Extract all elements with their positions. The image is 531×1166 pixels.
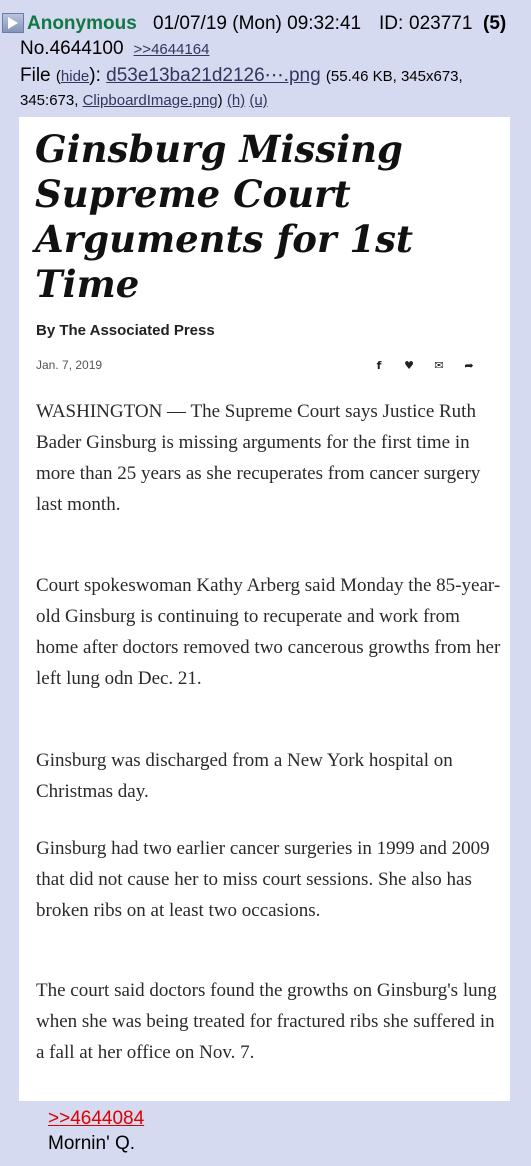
- email-icon: ✉: [434, 359, 444, 372]
- poster-id-label: ID:: [379, 13, 404, 34]
- backlink[interactable]: >>4644164: [134, 41, 210, 58]
- post-message: Mornin' Q.: [48, 1133, 136, 1154]
- twitter-icon: ♥: [404, 359, 414, 372]
- file-info: File (hide): d53e13ba21d2126⋯.png (55.46…: [20, 64, 463, 89]
- post-number[interactable]: No.4644100: [20, 38, 124, 59]
- file-meta: (55.46 KB, 345x673,: [325, 68, 463, 85]
- hide-file-link[interactable]: hide: [61, 68, 89, 85]
- post-header: Anonymous 01/07/19 (Mon) 09:32:41 ID: 02…: [0, 9, 531, 39]
- image-search-h-link[interactable]: (h): [227, 92, 245, 109]
- original-filename-link[interactable]: ClipboardImage.png: [83, 92, 218, 109]
- file-label: File: [20, 65, 51, 86]
- article-paragraph: WASHINGTON — The Supreme Court says Just…: [36, 401, 481, 515]
- article-paragraph: The court said doctors found the growths…: [36, 980, 497, 1063]
- article-paragraph: Court spokeswoman Kathy Arberg said Mond…: [36, 575, 501, 689]
- post-date: 01/07/19 (Mon) 09:32:41: [153, 13, 362, 34]
- article-paragraph: Ginsburg had two earlier cancer surgerie…: [36, 838, 490, 921]
- file-info-line2: 345:673, ClipboardImage.png) (h) (u): [20, 90, 268, 112]
- poster-name: Anonymous: [27, 13, 137, 34]
- image-search-u-link[interactable]: (u): [249, 92, 267, 109]
- article-date: Jan. 7, 2019: [36, 358, 103, 372]
- paren-close: ): [217, 92, 223, 109]
- share-icon: ➦: [464, 359, 474, 372]
- attached-image[interactable]: Ginsburg Missing Supreme Court Arguments…: [19, 117, 510, 1101]
- expand-post-icon[interactable]: [2, 13, 24, 33]
- hide-close: ):: [89, 65, 101, 86]
- post-number-line: No.4644100 >>4644164: [20, 37, 209, 62]
- poster-id[interactable]: 023771: [409, 9, 472, 39]
- file-name-link[interactable]: d53e13ba21d2126⋯.png: [106, 65, 320, 86]
- article-paragraph: Ginsburg was discharged from a New York …: [36, 750, 453, 802]
- file-meta-ratio: 345:673,: [20, 92, 79, 109]
- facebook-icon: f: [376, 359, 382, 372]
- quote-link[interactable]: >>4644084: [48, 1108, 144, 1130]
- article-byline: By The Associated Press: [36, 322, 215, 339]
- poster-id-count: (5): [483, 13, 507, 34]
- article-headline: Ginsburg Missing Supreme Court Arguments…: [35, 127, 414, 306]
